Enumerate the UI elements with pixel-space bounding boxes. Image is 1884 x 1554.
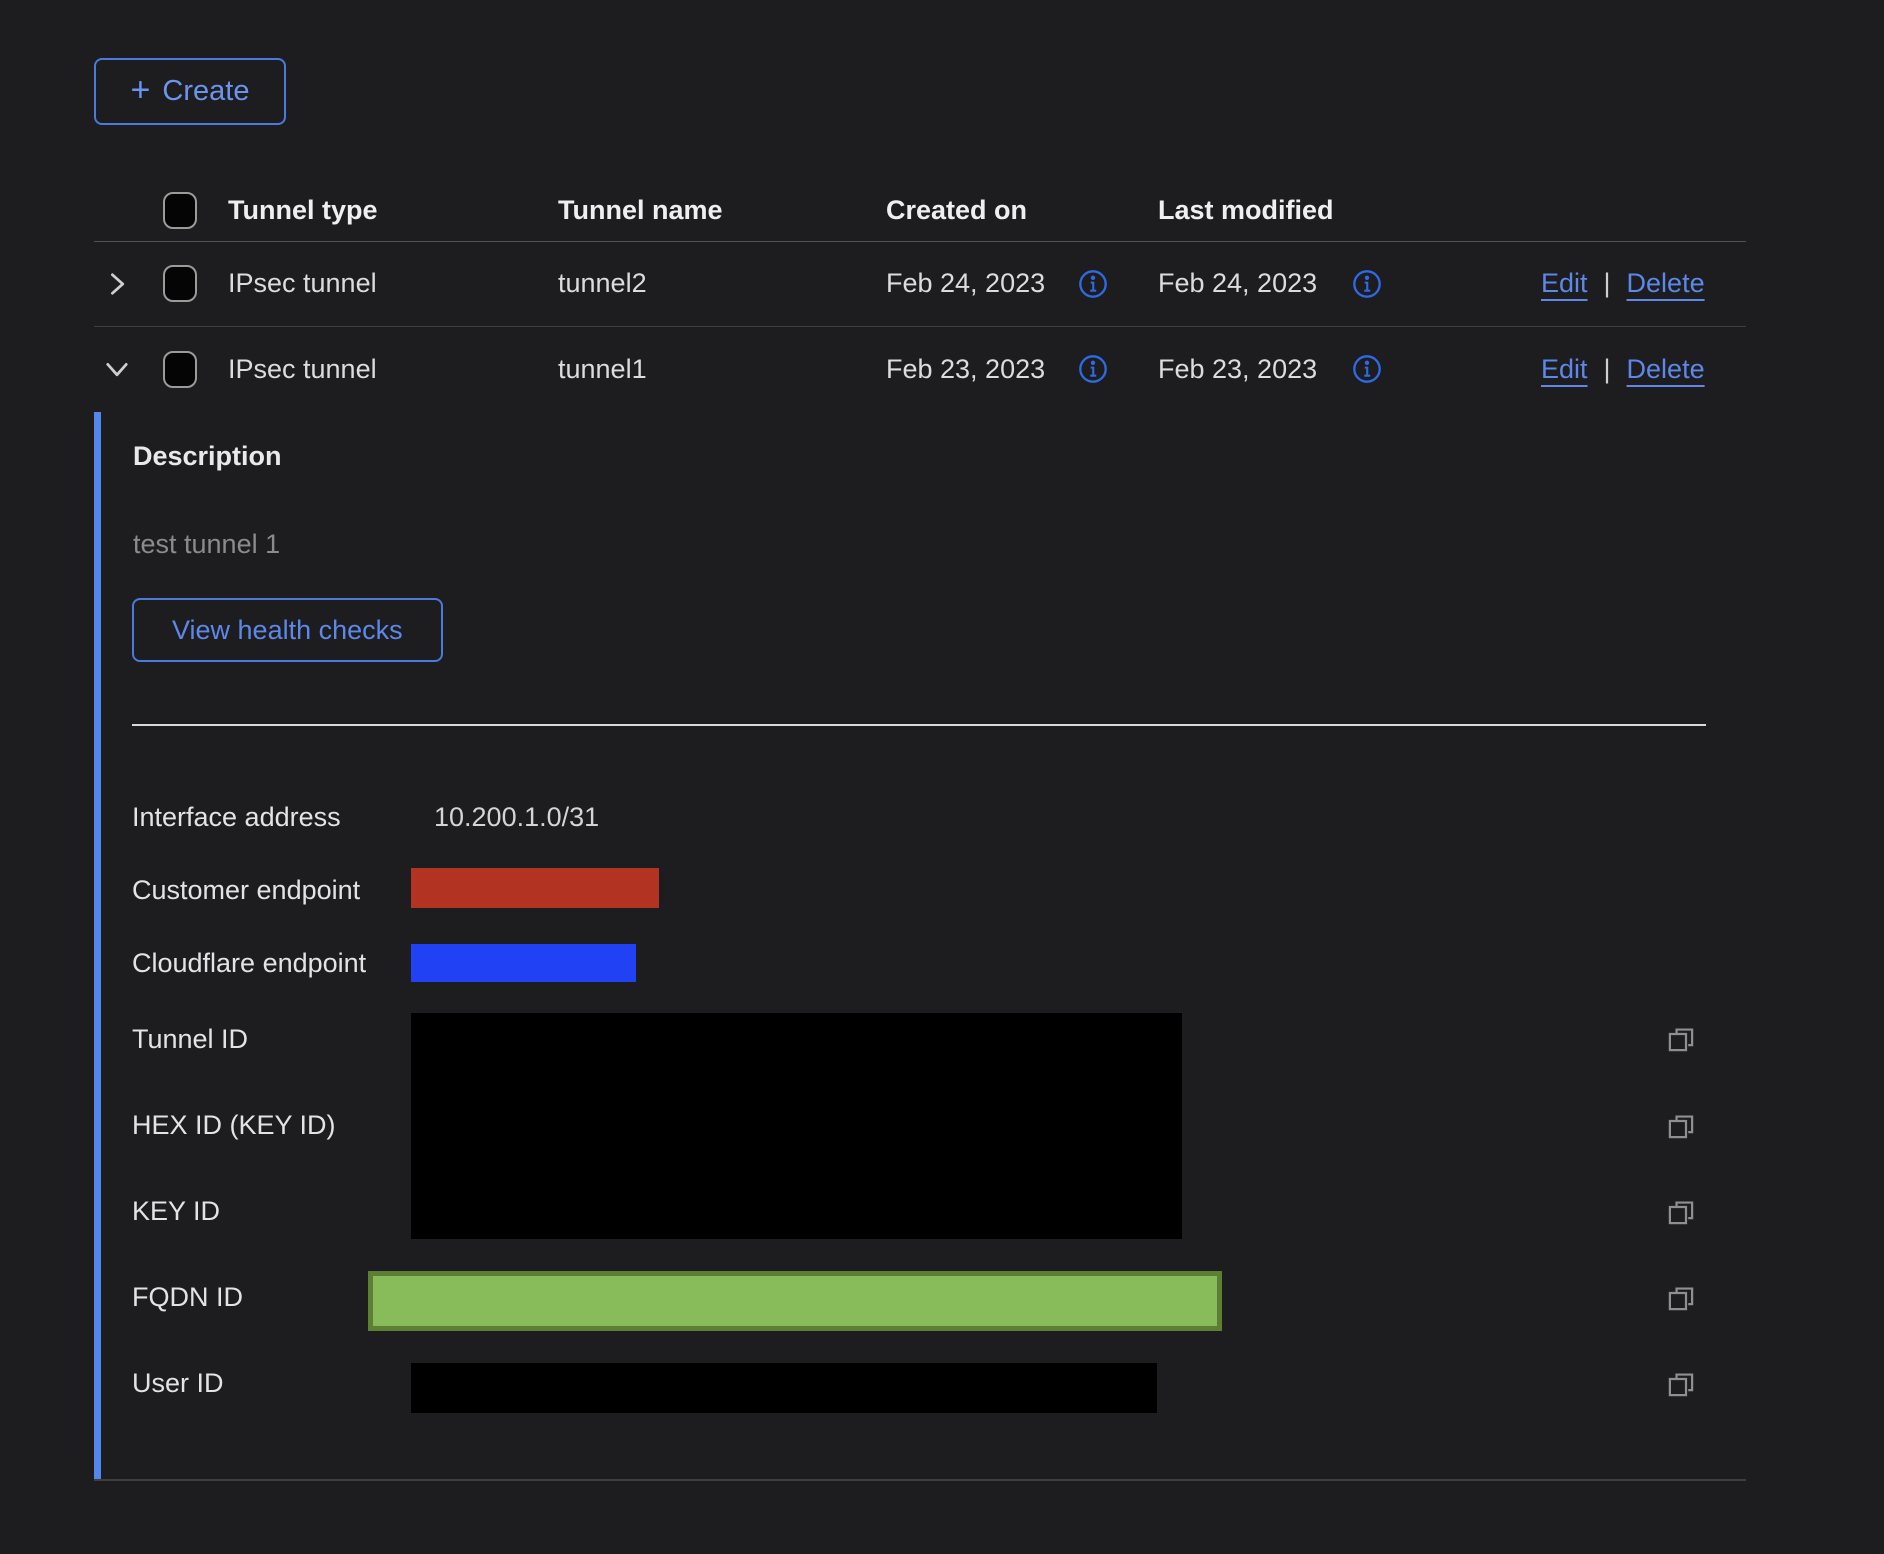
table-row: IPsec tunnel tunnel2 Feb 24, 2023 Feb 24… (94, 241, 1746, 327)
created-on-cell: Feb 24, 2023 (886, 241, 1045, 326)
description-value: test tunnel 1 (133, 529, 280, 560)
column-header-last-modified: Last modified (1158, 180, 1334, 241)
panel-divider (132, 724, 1706, 726)
collapse-row-button[interactable] (102, 354, 132, 384)
fqdn-id-redacted-value (368, 1271, 1222, 1331)
column-header-tunnel-name: Tunnel name (558, 180, 723, 241)
plus-icon: + (131, 73, 151, 107)
copy-hex-id-button[interactable] (1666, 1109, 1700, 1143)
created-on-info-icon[interactable] (1078, 354, 1108, 384)
customer-endpoint-redacted-value (411, 868, 659, 908)
tunnel-type-cell: IPsec tunnel (228, 326, 377, 412)
copy-icon (1666, 1369, 1700, 1399)
copy-icon (1666, 1283, 1700, 1313)
table-row: IPsec tunnel tunnel1 Feb 23, 2023 Feb 23… (94, 326, 1746, 412)
expanded-row-bottom-border (94, 1479, 1746, 1481)
view-health-checks-button[interactable]: View health checks (132, 598, 443, 662)
edit-link[interactable]: Edit (1541, 354, 1588, 385)
copy-key-id-button[interactable] (1666, 1195, 1700, 1229)
key-id-label: KEY ID (132, 1196, 220, 1227)
cloudflare-endpoint-label: Cloudflare endpoint (132, 948, 366, 979)
tunnel-name-cell: tunnel1 (558, 326, 647, 412)
expanded-row-accent-bar (94, 412, 101, 1480)
description-label: Description (133, 441, 282, 472)
created-on-cell: Feb 23, 2023 (886, 326, 1045, 412)
action-separator: | (1604, 268, 1611, 299)
copy-tunnel-id-button[interactable] (1666, 1022, 1700, 1056)
tunnels-page: + Create Tunnel type Tunnel name Created… (0, 0, 1884, 1554)
table-header-row: Tunnel type Tunnel name Created on Last … (94, 180, 1746, 242)
user-id-label: User ID (132, 1368, 224, 1399)
copy-icon (1666, 1024, 1700, 1054)
customer-endpoint-label: Customer endpoint (132, 875, 360, 906)
interface-address-value: 10.200.1.0/31 (434, 802, 599, 833)
expand-row-button[interactable] (102, 269, 132, 299)
delete-link[interactable]: Delete (1627, 268, 1705, 299)
last-modified-cell: Feb 23, 2023 (1158, 326, 1317, 412)
interface-address-label: Interface address (132, 802, 341, 833)
copy-user-id-button[interactable] (1666, 1367, 1700, 1401)
last-modified-info-icon[interactable] (1352, 354, 1382, 384)
ids-redacted-value-block (411, 1013, 1182, 1239)
tunnel-type-cell: IPsec tunnel (228, 241, 377, 326)
copy-icon (1666, 1197, 1700, 1227)
user-id-redacted-value (411, 1363, 1157, 1413)
last-modified-info-icon[interactable] (1352, 269, 1382, 299)
column-header-created-on: Created on (886, 180, 1027, 241)
edit-link[interactable]: Edit (1541, 268, 1588, 299)
create-button[interactable]: + Create (94, 58, 286, 125)
hex-id-label: HEX ID (KEY ID) (132, 1110, 336, 1141)
row-checkbox[interactable] (163, 351, 197, 388)
column-header-tunnel-type: Tunnel type (228, 180, 378, 241)
action-separator: | (1604, 354, 1611, 385)
tunnel-id-label: Tunnel ID (132, 1024, 248, 1055)
cloudflare-endpoint-redacted-value (411, 944, 636, 982)
copy-fqdn-id-button[interactable] (1666, 1281, 1700, 1315)
last-modified-cell: Feb 24, 2023 (1158, 241, 1317, 326)
delete-link[interactable]: Delete (1627, 354, 1705, 385)
chevron-right-icon (102, 269, 132, 299)
fqdn-id-label: FQDN ID (132, 1282, 243, 1313)
tunnel-name-cell: tunnel2 (558, 241, 647, 326)
select-all-checkbox[interactable] (163, 192, 197, 229)
create-button-label: Create (162, 75, 249, 108)
chevron-down-icon (102, 354, 132, 384)
created-on-info-icon[interactable] (1078, 269, 1108, 299)
copy-icon (1666, 1111, 1700, 1141)
row-checkbox[interactable] (163, 265, 197, 302)
